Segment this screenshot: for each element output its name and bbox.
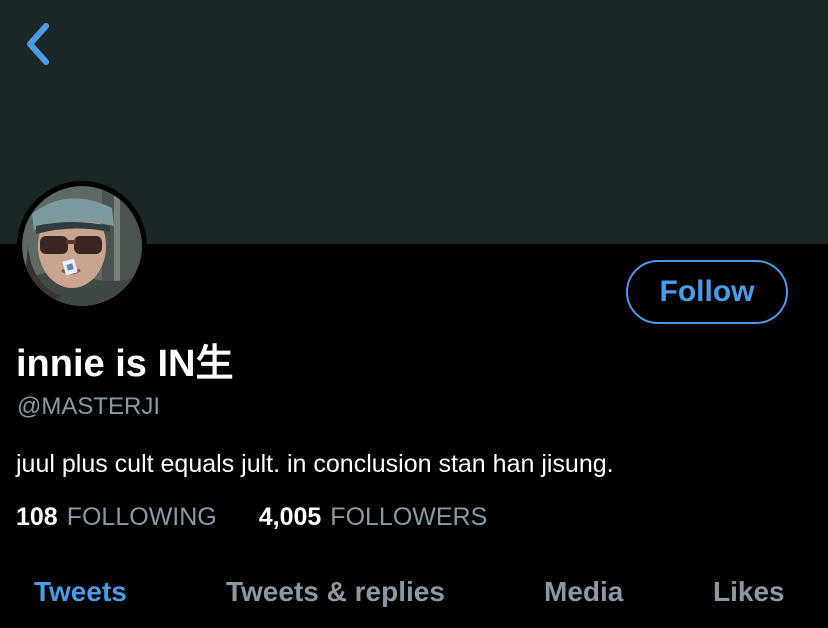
- profile-photo: [22, 186, 142, 306]
- display-name: innie is IN生: [16, 343, 234, 385]
- profile-stats: 108 FOLLOWING 4,005 FOLLOWERS: [16, 503, 487, 532]
- tab-tweets[interactable]: Tweets: [34, 576, 127, 608]
- following-label: FOLLOWING: [66, 503, 217, 531]
- profile-screen: Follow innie is IN生 @MASTERJI juul plus …: [0, 0, 828, 628]
- profile-tabs: Tweets Tweets & replies Media Likes: [0, 570, 828, 628]
- following-count: 108: [16, 503, 58, 531]
- tab-tweets-and-replies[interactable]: Tweets & replies: [226, 576, 445, 608]
- followers-label: FOLLOWERS: [330, 503, 488, 531]
- chevron-left-icon: [27, 23, 49, 65]
- tab-likes[interactable]: Likes: [713, 576, 785, 608]
- avatar[interactable]: [17, 181, 147, 311]
- following-stat[interactable]: 108 FOLLOWING: [16, 503, 217, 532]
- back-button[interactable]: [14, 20, 62, 68]
- user-handle: @MASTERJI: [17, 393, 161, 420]
- profile-bio: juul plus cult equals jult. in conclusio…: [16, 450, 614, 478]
- follow-button[interactable]: Follow: [626, 260, 788, 324]
- followers-stat[interactable]: 4,005 FOLLOWERS: [259, 503, 488, 532]
- tab-media[interactable]: Media: [544, 576, 623, 608]
- followers-count: 4,005: [258, 503, 322, 531]
